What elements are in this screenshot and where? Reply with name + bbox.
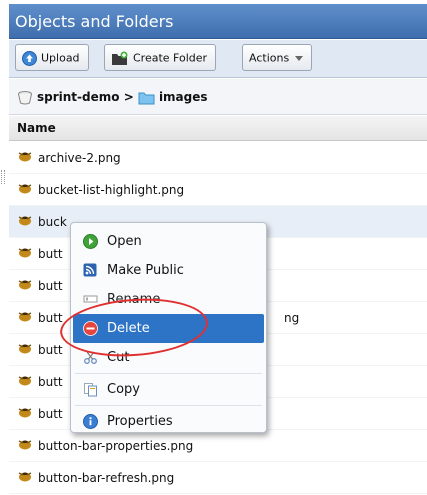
menu-item-properties[interactable]: Properties [73, 407, 264, 436]
menu-item-open[interactable]: Open [73, 227, 264, 256]
rename-icon [83, 295, 98, 303]
menu-item-label: Properties [107, 414, 173, 429]
upload-label: Upload [41, 51, 80, 65]
chevron-down-icon [295, 55, 304, 61]
file-name: archive-2.png [38, 151, 121, 165]
menu-separator [75, 405, 262, 406]
image-file-icon [17, 207, 33, 239]
file-name: butt [38, 279, 63, 293]
menu-item-delete[interactable]: Delete [73, 314, 264, 343]
menu-item-copy[interactable]: Copy [73, 375, 264, 404]
menu-item-make-public[interactable]: Make Public [73, 256, 264, 285]
column-header-name[interactable]: Name [9, 116, 427, 141]
menu-item-label: Rename [107, 292, 161, 307]
image-file-icon [17, 463, 33, 495]
create-folder-button[interactable]: Create Folder [104, 44, 217, 71]
menu-item-label: Copy [107, 382, 140, 397]
menu-item-label: Cut [107, 350, 130, 365]
info-icon [83, 414, 98, 429]
toolbar: Upload Create Folder Actions [9, 40, 427, 78]
image-file-icon [17, 175, 33, 207]
rss-icon [83, 263, 97, 277]
bucket-icon [18, 91, 32, 105]
menu-item-label: Open [107, 234, 142, 249]
file-name: butt [38, 311, 63, 325]
menu-item-rename[interactable]: Rename [73, 285, 264, 314]
delete-icon [83, 321, 98, 336]
menu-item-label: Make Public [107, 263, 184, 278]
actions-label: Actions [249, 51, 290, 65]
create-folder-label: Create Folder [133, 51, 208, 65]
file-name: butt [38, 375, 63, 389]
panel-title: Objects and Folders [9, 4, 427, 39]
file-name: buck [38, 215, 67, 229]
context-menu: Open Make Public Rename Delete Cut Copy … [70, 222, 267, 433]
file-name: button-bar-properties.png [38, 439, 194, 453]
file-name: button-bar-refresh.png [38, 471, 175, 485]
image-file-icon [17, 399, 33, 431]
breadcrumb: sprint-demo > images [9, 79, 427, 115]
upload-button[interactable]: Upload [15, 44, 89, 71]
actions-dropdown[interactable]: Actions [242, 44, 313, 71]
image-file-icon [17, 143, 33, 175]
copy-icon [84, 383, 97, 397]
table-row[interactable]: button-bar-refresh.png [9, 462, 427, 494]
file-name-suffix: ng [284, 311, 300, 325]
image-file-icon [17, 367, 33, 399]
table-row[interactable]: bucket-list-highlight.png [9, 174, 427, 206]
folder-plus-icon [112, 51, 128, 65]
file-name: bucket-list-highlight.png [38, 183, 185, 197]
menu-item-cut[interactable]: Cut [73, 343, 264, 372]
file-name: butt [38, 247, 63, 261]
image-file-icon [17, 431, 33, 463]
file-name: butt [38, 343, 63, 357]
menu-separator [75, 373, 262, 374]
folder-icon [138, 92, 155, 104]
scissors-icon [84, 351, 97, 364]
table-row[interactable]: archive-2.png [9, 142, 427, 174]
image-file-icon [17, 335, 33, 367]
menu-item-label: Delete [107, 321, 150, 336]
resize-handle[interactable] [1, 170, 5, 184]
image-file-icon [17, 271, 33, 303]
file-name: butt [38, 407, 63, 421]
image-file-icon [17, 303, 33, 335]
open-arrow-icon [83, 234, 98, 249]
breadcrumb-separator: > [123, 90, 134, 104]
upload-icon [22, 50, 37, 66]
breadcrumb-folder: images [158, 90, 208, 104]
breadcrumb-bucket[interactable]: sprint-demo [37, 90, 120, 104]
image-file-icon [17, 239, 33, 271]
